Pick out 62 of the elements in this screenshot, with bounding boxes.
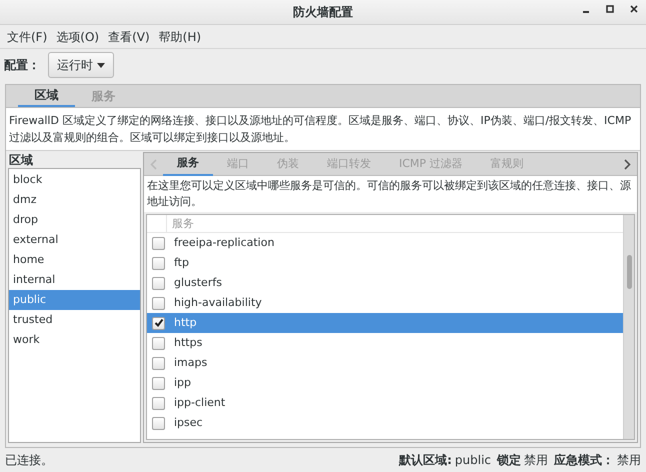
service-name: https <box>174 334 202 351</box>
status-label: 默认区域: <box>399 452 452 469</box>
service-name: http <box>174 314 197 331</box>
service-name: glusterfs <box>174 274 222 291</box>
zones-heading: 区域 <box>8 152 34 168</box>
service-name: ipsec <box>174 414 203 431</box>
status-value: 禁用 <box>524 452 548 469</box>
service-name: ipp-client <box>174 394 226 411</box>
service-row[interactable]: https <box>147 333 623 353</box>
zone-item[interactable]: drop <box>9 210 140 230</box>
menu-item[interactable]: 查看(V) <box>105 28 153 46</box>
checkbox[interactable] <box>152 356 165 370</box>
config-label: 配置： <box>4 57 40 74</box>
menu-item[interactable]: 帮助(H) <box>156 28 204 46</box>
menu-item[interactable]: 选项(O) <box>53 28 102 46</box>
scrollbar[interactable] <box>623 215 634 439</box>
zone-item[interactable]: home <box>9 250 140 270</box>
service-row[interactable]: glusterfs <box>147 273 623 293</box>
service-row[interactable]: ipp <box>147 373 623 393</box>
service-row[interactable]: freeipa-replication <box>147 233 623 253</box>
checkbox[interactable] <box>152 296 165 310</box>
status-value: 禁用 <box>617 452 641 469</box>
checkbox[interactable] <box>152 416 165 430</box>
close-icon[interactable] <box>630 5 638 13</box>
service-name: ftp <box>174 254 189 271</box>
chevron-right-icon[interactable] <box>624 158 631 170</box>
service-row[interactable]: ipsec <box>147 413 623 433</box>
service-row[interactable]: ipp-client <box>147 393 623 413</box>
connection-status: 已连接。 <box>5 452 54 469</box>
window-title: 防火墙配置 <box>293 4 353 21</box>
scrollbar-thumb[interactable] <box>627 255 632 289</box>
checkbox[interactable] <box>152 396 165 410</box>
zone-item[interactable]: trusted <box>9 310 140 330</box>
checkbox[interactable] <box>152 276 165 290</box>
status-label: 应急模式： <box>554 452 614 469</box>
status-label: 锁定 <box>497 452 521 469</box>
service-row[interactable]: high-availability <box>147 293 623 313</box>
chevron-left-icon[interactable] <box>150 158 157 170</box>
service-name: imaps <box>174 354 208 371</box>
checkbox[interactable] <box>152 376 165 390</box>
service-row[interactable]: imaps <box>147 353 623 373</box>
zone-item[interactable]: dmz <box>9 190 140 210</box>
checkmark-icon <box>154 318 164 328</box>
checkbox[interactable] <box>152 236 165 250</box>
service-name: freeipa-replication <box>174 234 274 251</box>
zone-item[interactable]: internal <box>9 270 140 290</box>
zone-item[interactable]: work <box>9 330 140 350</box>
config-dropdown[interactable]: 运行时 <box>48 52 114 78</box>
service-name: high-availability <box>174 294 262 311</box>
service-row[interactable]: ftp <box>147 253 623 273</box>
checkbox[interactable] <box>152 316 165 330</box>
services-description: 在这里您可以定义区域中哪些服务是可信的。可信的服务可以被绑定到该区域的任意连接、接口、源地址访问。 <box>144 176 637 212</box>
service-name: ipp <box>174 374 192 391</box>
checkbox[interactable] <box>152 256 165 270</box>
status-value: public <box>454 452 491 469</box>
zone-item[interactable]: block <box>9 170 140 190</box>
maximize-icon[interactable] <box>606 5 614 13</box>
zone-item[interactable]: external <box>9 230 140 250</box>
checkbox[interactable] <box>152 336 165 350</box>
caret-icon <box>97 62 105 68</box>
menu-item[interactable]: 文件(F) <box>4 28 50 46</box>
zone-description: FirewallD 区域定义了绑定的网络连接、接口以及源地址的可信程度。区域是服务、端口、协议、IP伪装、端口/报文转发、ICMP 过滤以及富规则的组合。区域可以绑定到接口以及源地址。 <box>6 108 640 151</box>
